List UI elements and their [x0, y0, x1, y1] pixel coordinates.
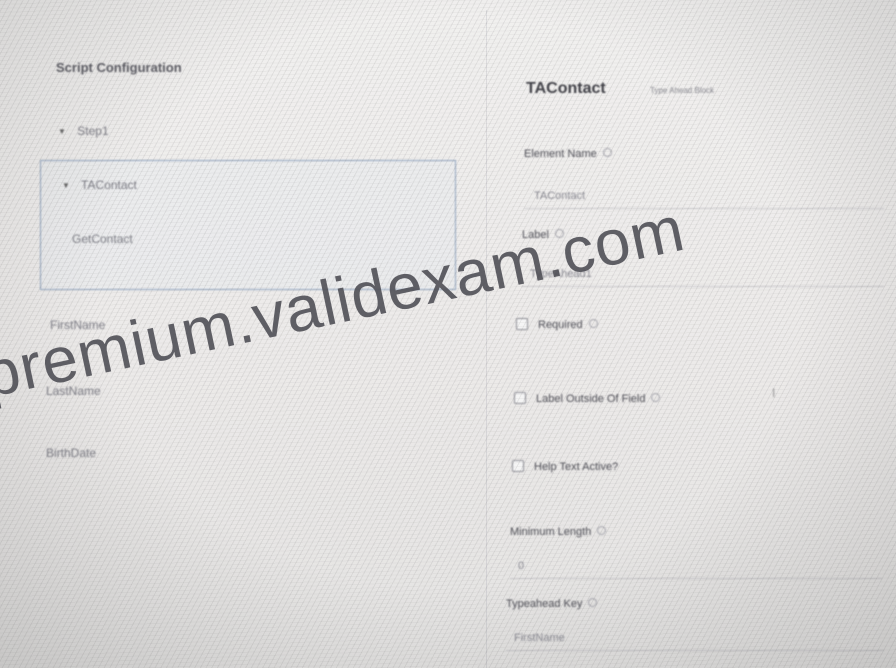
tree-item-label: GetContact: [72, 232, 133, 246]
info-icon: [651, 393, 661, 402]
properties-panel: TAContact Type Ahead Block Element Name …: [486, 0, 896, 668]
label-outside-checkbox[interactable]: [514, 392, 526, 404]
minimum-length-underline: [510, 578, 882, 579]
tree-item-label: Step1: [77, 124, 109, 138]
required-checkbox[interactable]: [516, 318, 528, 330]
tree-item-getcontact[interactable]: GetContact: [72, 232, 133, 246]
tree-item-label: BirthDate: [46, 446, 97, 460]
element-name-input[interactable]: TAContact: [534, 190, 585, 202]
photo-of-screen: Script Configuration ▼ Step1 ▼ TAContact…: [0, 0, 896, 668]
tree-item-label: TAContact: [81, 178, 137, 192]
field-label-text: Minimum Length: [510, 526, 592, 538]
minimum-length-label: Minimum Length: [510, 526, 607, 538]
info-icon: [597, 526, 607, 535]
help-text-checkbox[interactable]: [512, 460, 524, 472]
chevron-down-icon[interactable]: ▼: [62, 181, 70, 190]
element-name-underline: [524, 208, 884, 209]
field-label-text: Typeahead Key: [506, 598, 583, 610]
typeahead-key-input[interactable]: FirstName: [514, 632, 565, 644]
element-type-label: Type Ahead Block: [650, 86, 715, 95]
tree-item-tacontact[interactable]: ▼ TAContact: [62, 178, 137, 192]
panel-title: Script Configuration: [56, 60, 182, 75]
label-outside-checkbox-row[interactable]: Label Outside Of Field: [514, 392, 661, 405]
typeahead-key-underline: [506, 650, 884, 651]
mouse-cursor-icon: I: [772, 386, 776, 400]
info-icon: [602, 148, 612, 157]
help-text-checkbox-row[interactable]: Help Text Active?: [512, 460, 618, 473]
tree-item-step1[interactable]: ▼ Step1: [58, 124, 109, 138]
minimum-length-input[interactable]: 0: [518, 560, 524, 572]
info-icon: [588, 598, 598, 607]
checkbox-label: Required: [538, 319, 583, 331]
element-title: TAContact: [526, 80, 606, 97]
checkbox-label: Help Text Active?: [534, 461, 619, 473]
field-label-text: Element Name: [524, 148, 597, 160]
element-name-label: Element Name: [524, 148, 612, 160]
info-icon: [588, 319, 598, 328]
typeahead-key-label: Typeahead Key: [506, 598, 598, 610]
tree-item-birthdate[interactable]: BirthDate: [46, 446, 96, 460]
checkbox-label: Label Outside Of Field: [536, 393, 646, 405]
required-checkbox-row[interactable]: Required: [516, 318, 598, 331]
chevron-down-icon[interactable]: ▼: [58, 127, 66, 136]
